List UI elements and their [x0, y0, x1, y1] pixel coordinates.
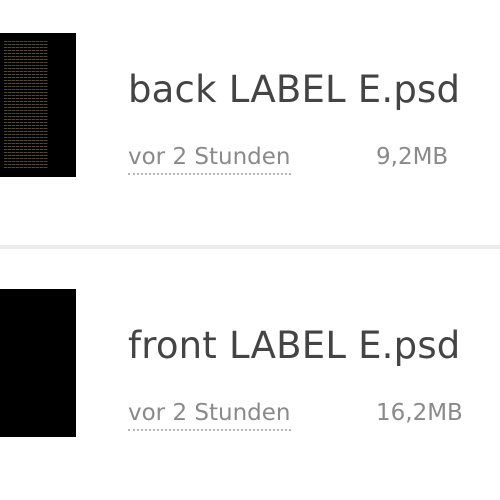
thumbnail-text-pattern	[4, 41, 48, 169]
file-name[interactable]: front LABEL E.psd	[128, 324, 460, 368]
file-name[interactable]: back LABEL E.psd	[128, 68, 460, 112]
file-row-front-label[interactable]: front LABEL E.psd vor 2 Stunden 16,2MB	[0, 249, 500, 495]
file-size: 16,2MB	[376, 400, 463, 426]
file-size: 9,2MB	[376, 144, 449, 170]
file-modified-time[interactable]: vor 2 Stunden	[128, 142, 291, 175]
file-row-back-label[interactable]: back LABEL E.psd vor 2 Stunden 9,2MB	[0, 0, 500, 246]
file-thumbnail[interactable]	[0, 33, 76, 177]
file-thumbnail[interactable]	[0, 289, 76, 437]
file-modified-time[interactable]: vor 2 Stunden	[128, 398, 291, 431]
file-list: back LABEL E.psd vor 2 Stunden 9,2MB fro…	[0, 0, 500, 500]
